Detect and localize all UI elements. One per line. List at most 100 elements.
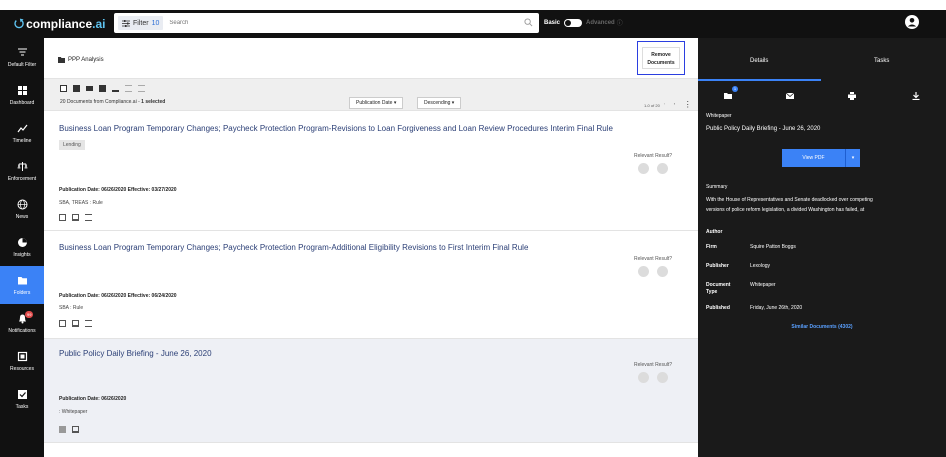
sidebar-item-folders[interactable]: Folders bbox=[0, 266, 44, 304]
annotation-icon[interactable] bbox=[85, 214, 92, 221]
remove-documents-highlight: Remove Documents bbox=[637, 41, 685, 75]
sidebar-item-label: News bbox=[15, 213, 29, 220]
enforcement-icon bbox=[17, 161, 27, 171]
folder-header: PPP Analysis Remove Documents bbox=[44, 38, 698, 79]
add-to-folder-icon[interactable] bbox=[73, 85, 80, 92]
pagination: 1-0 of 20 ‹ › ⋮ bbox=[644, 101, 692, 109]
sidebar-item-label: Tasks bbox=[15, 403, 29, 410]
sort-order-select[interactable]: Descending ▾ bbox=[417, 97, 462, 109]
tab-details[interactable]: Details bbox=[750, 58, 768, 64]
sidebar-item-dashboard[interactable]: Dashboard bbox=[0, 76, 44, 114]
relevant-result-label: Relevant Result? bbox=[633, 362, 673, 368]
document-title[interactable]: Public Policy Daily Briefing - June 26, … bbox=[59, 349, 212, 358]
view-pdf-dropdown-icon[interactable]: ▾ bbox=[846, 149, 860, 167]
relevant-result-label: Relevant Result? bbox=[633, 256, 673, 262]
published-value: Friday, June 26th, 2020 bbox=[750, 305, 803, 311]
sidebar-item-enforcement[interactable]: Enforcement bbox=[0, 152, 44, 190]
remove-documents-line2: Documents bbox=[647, 60, 675, 66]
sort-order-label: Descending bbox=[424, 100, 451, 106]
search-input[interactable] bbox=[169, 20, 510, 26]
top-bar: ⭯ compliance.ai Filter 10 Basic Advanced… bbox=[0, 10, 946, 38]
search-icon[interactable] bbox=[524, 18, 533, 27]
sidebar-item-timeline[interactable]: Timeline bbox=[0, 114, 44, 152]
sidebar-item-label: Folders bbox=[13, 289, 31, 296]
list-options-icon[interactable] bbox=[138, 85, 145, 92]
mode-toggle[interactable] bbox=[564, 18, 583, 27]
summary-text-line2: versions of police reform legislation, a… bbox=[706, 207, 865, 213]
relevant-yes-button[interactable] bbox=[657, 372, 668, 383]
similar-documents-link[interactable]: Similar Documents (4302) bbox=[698, 324, 946, 330]
sidebar-item-label: Timeline bbox=[12, 137, 32, 144]
logo-mark-icon: ⭯ bbox=[14, 15, 25, 30]
document-title[interactable]: Business Loan Program Temporary Changes;… bbox=[59, 124, 613, 133]
document-count-text: 20 Documents from Compliance.ai - bbox=[60, 99, 142, 105]
download-icon[interactable] bbox=[912, 92, 920, 101]
timeline-icon bbox=[17, 124, 27, 132]
prev-page-icon[interactable]: ‹ bbox=[664, 101, 670, 109]
pager-text: 1-0 of 20 bbox=[644, 102, 660, 108]
globe-icon bbox=[17, 199, 27, 209]
filter-sliders-icon bbox=[122, 19, 130, 27]
relevant-no-button[interactable] bbox=[638, 163, 649, 174]
relevant-no-button[interactable] bbox=[638, 372, 649, 383]
bookmark-icon[interactable] bbox=[72, 426, 79, 433]
mode-basic-label: Basic bbox=[544, 19, 561, 26]
documents-toolbar: 20 Documents from Compliance.ai - 1 sele… bbox=[44, 79, 698, 111]
author-label: Author bbox=[706, 229, 723, 235]
sidebar-item-label: Insights bbox=[13, 251, 31, 258]
sidebar-item-tasks[interactable]: Tasks bbox=[0, 380, 44, 418]
relevant-no-button[interactable] bbox=[638, 266, 649, 277]
document-tag[interactable]: Lending bbox=[59, 140, 85, 150]
sidebar-item-news[interactable]: News bbox=[0, 190, 44, 228]
remove-documents-line1: Remove bbox=[651, 52, 671, 58]
document-row[interactable]: Business Loan Program Temporary Changes;… bbox=[44, 231, 698, 339]
folder-title: PPP Analysis bbox=[58, 57, 104, 63]
bookmark-icon[interactable] bbox=[72, 320, 79, 327]
document-row[interactable]: Business Loan Program Temporary Changes;… bbox=[44, 111, 698, 231]
list-icon[interactable] bbox=[125, 85, 132, 92]
filter-button[interactable]: Filter 10 bbox=[118, 16, 164, 30]
sidebar-item-resources[interactable]: Resources bbox=[0, 342, 44, 380]
sort-field-select[interactable]: Publication Date ▾ bbox=[349, 97, 404, 109]
published-label: Published bbox=[706, 305, 730, 311]
row-checkbox-checked[interactable] bbox=[59, 426, 66, 433]
document-count: 20 Documents from Compliance.ai - 1 sele… bbox=[60, 99, 165, 105]
sidebar-item-insights[interactable]: Insights bbox=[0, 228, 44, 266]
firm-label: Firm bbox=[706, 244, 717, 250]
row-checkbox[interactable] bbox=[59, 214, 66, 221]
logo[interactable]: ⭯ compliance .ai bbox=[0, 14, 105, 35]
select-all-checkbox[interactable] bbox=[60, 85, 67, 92]
document-row-selected[interactable]: Public Policy Daily Briefing - June 26, … bbox=[44, 339, 698, 443]
remove-documents-button[interactable]: Remove Documents bbox=[642, 47, 680, 69]
email-icon[interactable] bbox=[86, 86, 93, 91]
relevant-yes-button[interactable] bbox=[657, 266, 668, 277]
document-type-value: Whitepaper bbox=[750, 282, 776, 288]
view-pdf-button-group: View PDF ▾ bbox=[782, 149, 860, 167]
print-icon[interactable] bbox=[848, 92, 856, 100]
next-page-icon[interactable]: › bbox=[674, 101, 680, 109]
dashboard-icon bbox=[17, 85, 27, 95]
download-icon[interactable] bbox=[112, 85, 119, 92]
row-checkbox[interactable] bbox=[59, 320, 66, 327]
firm-value: Squire Patton Boggs bbox=[750, 244, 796, 250]
sidebar-item-default-filter[interactable]: Default Filter bbox=[0, 38, 44, 76]
annotation-icon[interactable] bbox=[85, 320, 92, 327]
search-bar: Filter 10 bbox=[114, 13, 539, 33]
user-avatar-icon[interactable] bbox=[905, 15, 919, 29]
filter-count: 10 bbox=[151, 19, 160, 27]
publisher-label: Publisher bbox=[706, 263, 729, 269]
sidebar-item-notifications[interactable]: 99 Notifications bbox=[0, 304, 44, 342]
info-icon[interactable]: ⓘ bbox=[617, 18, 623, 27]
relevant-yes-button[interactable] bbox=[657, 163, 668, 174]
document-title[interactable]: Business Loan Program Temporary Changes;… bbox=[59, 243, 528, 252]
sidebar-item-label: Resources bbox=[10, 365, 34, 372]
tab-tasks[interactable]: Tasks bbox=[874, 58, 889, 64]
add-to-folder-icon[interactable] bbox=[724, 92, 732, 100]
view-pdf-button[interactable]: View PDF bbox=[782, 149, 846, 167]
more-options-icon[interactable]: ⋮ bbox=[684, 101, 692, 109]
relevant-result: Relevant Result? bbox=[623, 256, 683, 277]
bookmark-icon[interactable] bbox=[72, 214, 79, 221]
print-icon[interactable] bbox=[99, 85, 106, 92]
panel-tabs: Details Tasks bbox=[698, 38, 946, 81]
email-icon[interactable] bbox=[785, 92, 795, 100]
